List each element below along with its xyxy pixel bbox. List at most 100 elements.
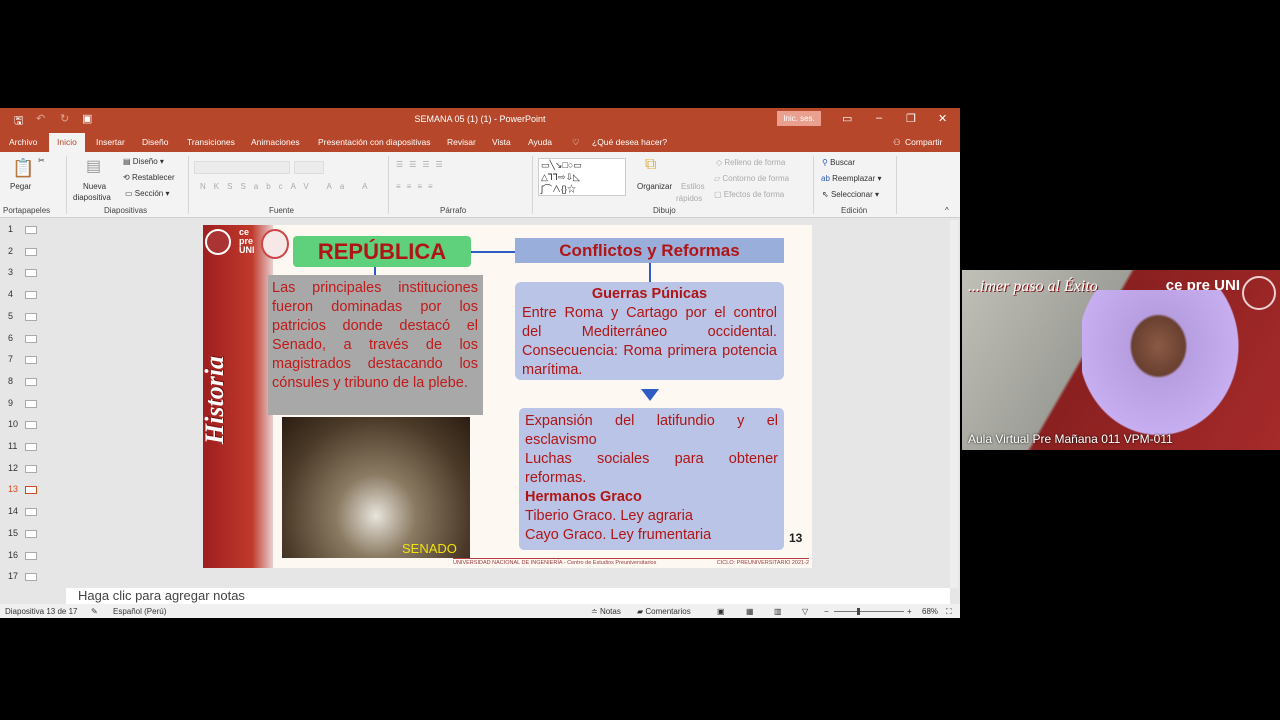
zoom-in-button[interactable]: + — [907, 607, 912, 616]
thumbnail-number[interactable]: 17 — [8, 571, 18, 581]
slide-thumbnail[interactable] — [25, 508, 37, 517]
language[interactable]: Español (Perú) — [113, 607, 166, 616]
slide-scrollbar[interactable] — [950, 220, 958, 588]
slide-thumbnail[interactable] — [25, 269, 37, 278]
thumbnail-number[interactable]: 11 — [8, 441, 17, 451]
cut-icon[interactable]: ✂ — [38, 156, 45, 165]
layout-label: Diseño — [132, 157, 158, 166]
collapse-ribbon-icon[interactable]: ^ — [945, 206, 949, 215]
slide-thumbnail[interactable] — [25, 551, 37, 560]
thumbnail-number[interactable]: 7 — [8, 354, 13, 364]
paste-icon[interactable]: 📋 — [12, 158, 34, 179]
fit-slide-icon[interactable]: ⛶ — [946, 607, 952, 617]
sorter-view-icon[interactable]: ▦ — [746, 607, 754, 616]
tab-inicio[interactable]: Inicio — [49, 133, 85, 152]
spellcheck-icon[interactable]: ✎ — [91, 607, 98, 616]
tab-diseno[interactable]: Diseño — [142, 137, 168, 147]
group-portapapeles: Portapapeles — [3, 206, 51, 215]
shape-outline-button[interactable]: ▱ Contorno de forma — [714, 174, 789, 183]
slide-number: 13 — [789, 531, 803, 545]
quick-styles-button[interactable]: Estilos — [681, 182, 705, 191]
notes-pane[interactable]: Haga clic para agregar notas — [66, 588, 950, 604]
ribbon-display-icon[interactable]: ▭ — [842, 112, 852, 125]
sign-in-button[interactable]: Inic. ses. — [777, 111, 821, 126]
slide-thumbnail[interactable] — [25, 399, 37, 408]
reading-view-icon[interactable]: ▥ — [774, 607, 782, 616]
font-format-buttons[interactable]: NKSSabcAV Aa A — [200, 182, 375, 191]
list-buttons[interactable]: ☰☰☰☰ — [396, 160, 449, 169]
layout-button[interactable]: ▤ Diseño ▾ — [123, 157, 164, 166]
minimize-button[interactable]: – — [876, 112, 882, 124]
thumbnail-number[interactable]: 2 — [8, 246, 13, 256]
tab-animaciones[interactable]: Animaciones — [251, 137, 300, 147]
footer-left: UNIVERSIDAD NACIONAL DE INGENIERÍA - Cen… — [453, 560, 657, 566]
thumbnail-number[interactable]: 9 — [8, 398, 13, 408]
slide-thumbnail[interactable] — [25, 443, 37, 451]
slide-thumbnail[interactable] — [25, 291, 37, 300]
thumbnail-number[interactable]: 13 — [8, 484, 18, 494]
thumbnail-number[interactable]: 3 — [8, 267, 13, 277]
slide-thumbnail[interactable] — [25, 247, 37, 256]
thumbnail-number[interactable]: 4 — [8, 289, 13, 299]
thumbnail-number[interactable]: 1 — [8, 224, 13, 234]
thumbnail-number[interactable]: 10 — [8, 419, 18, 429]
shapes-gallery[interactable]: ▭╲↘□○▭ △⅂⅂⇨⇩◺ ʃ⌒∧{}☆ — [538, 158, 626, 196]
tab-ayuda[interactable]: Ayuda — [528, 137, 552, 147]
arrange-button[interactable]: Organizar — [637, 182, 672, 191]
font-name-select[interactable] — [194, 161, 290, 174]
tab-vista[interactable]: Vista — [492, 137, 511, 147]
slide-thumbnail[interactable] — [25, 464, 37, 473]
tab-transiciones[interactable]: Transiciones — [187, 137, 235, 147]
slide-thumbnail[interactable] — [25, 377, 37, 386]
find-button[interactable]: ⚲ Buscar — [822, 158, 855, 167]
close-button[interactable]: ✕ — [938, 112, 947, 125]
find-label: Buscar — [830, 158, 855, 167]
shape-fill-button[interactable]: ◇ Relleno de forma — [716, 158, 785, 167]
align-buttons[interactable]: ≡≡≡≡ — [396, 182, 439, 191]
tab-presentacion[interactable]: Presentación con diapositivas — [318, 137, 430, 147]
new-slide-icon[interactable]: ▤ — [86, 156, 101, 176]
thumbnail-number[interactable]: 6 — [8, 333, 13, 343]
expansion-text: Expansión del latifundio y el esclavismo — [525, 413, 778, 448]
slide-thumbnail[interactable] — [25, 529, 37, 538]
slide-thumbnail[interactable] — [25, 226, 37, 234]
replace-button[interactable]: ab Reemplazar ▾ — [821, 174, 882, 183]
normal-view-icon[interactable]: ▣ — [717, 607, 725, 616]
tab-insertar[interactable]: Insertar — [96, 137, 125, 147]
paste-button[interactable]: Pegar — [10, 182, 31, 191]
zoom-level[interactable]: 68% — [922, 607, 938, 616]
thumbnail-number[interactable]: 16 — [8, 550, 18, 560]
thumbnail-number[interactable]: 15 — [8, 528, 18, 538]
thumbnail-number[interactable]: 8 — [8, 376, 13, 386]
maximize-button[interactable]: ❐ — [906, 112, 916, 125]
quick-styles-label-2: rápidos — [676, 194, 703, 203]
new-slide-label-2[interactable]: diapositiva — [73, 193, 111, 202]
section-button[interactable]: ▭ Sección ▾ — [125, 189, 170, 198]
zoom-out-button[interactable]: − — [824, 607, 829, 616]
comments-button[interactable]: ▰ Comentarios — [637, 607, 691, 616]
notes-button[interactable]: ≐ Notas — [591, 607, 621, 616]
slide-thumbnail[interactable] — [25, 421, 37, 430]
slide-thumbnail[interactable] — [25, 573, 37, 582]
tell-me-input[interactable]: ¿Qué desea hacer? — [592, 137, 667, 147]
new-slide-label[interactable]: Nueva — [83, 182, 106, 191]
slide-thumbnail[interactable] — [25, 334, 37, 343]
thumbnail-number[interactable]: 14 — [8, 506, 18, 516]
tab-archivo[interactable]: Archivo — [9, 137, 37, 147]
share-button[interactable]: Compartir — [905, 137, 942, 147]
reset-button[interactable]: ⟲ Restablecer — [123, 173, 175, 182]
slide-thumbnail[interactable] — [25, 312, 37, 321]
select-button[interactable]: ⇖ Seleccionar ▾ — [822, 190, 879, 199]
thumbnail-number[interactable]: 5 — [8, 311, 13, 321]
zoom-slider[interactable] — [834, 608, 904, 615]
slide-canvas[interactable]: Historia ce pre UNI REPÚBLICA Conflictos y… — [203, 225, 812, 568]
zoom-slider-thumb[interactable] — [856, 608, 860, 615]
arrange-icon[interactable]: ⧉ — [645, 156, 656, 174]
slide-thumbnail[interactable] — [25, 356, 37, 365]
slide-thumbnail[interactable] — [25, 486, 37, 495]
thumbnail-number[interactable]: 12 — [8, 463, 18, 473]
tab-revisar[interactable]: Revisar — [447, 137, 476, 147]
font-size-select[interactable] — [294, 161, 324, 174]
slideshow-view-icon[interactable]: ▽ — [802, 607, 808, 616]
shape-effects-button[interactable]: ▢ Efectos de forma — [714, 190, 784, 199]
